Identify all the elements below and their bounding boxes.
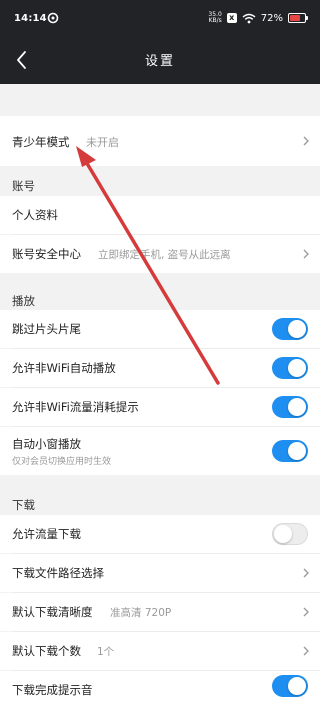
- section-header-download: 下载: [12, 498, 35, 512]
- download-path-label: 下载文件路径选择: [12, 566, 104, 580]
- network-speed: 35.0 KB/s: [208, 11, 222, 24]
- toggle-knob: [288, 359, 306, 377]
- status-time: 14:14: [14, 13, 47, 24]
- wifi-data-alert-toggle[interactable]: [272, 396, 308, 418]
- download-quality-label: 默认下载清晰度: [12, 605, 93, 619]
- mini-window-toggle[interactable]: [272, 440, 308, 462]
- chevron-right-icon: [303, 136, 309, 146]
- chevron-right-icon: [303, 607, 309, 617]
- wifi-data-alert-label: 允许非WiFi流量消耗提示: [12, 400, 139, 414]
- profile-row[interactable]: 个人资料: [0, 196, 320, 234]
- download-path-row[interactable]: 下载文件路径选择: [0, 554, 320, 592]
- section-header-playback: 播放: [12, 294, 35, 308]
- mini-window-row: 自动小窗播放 仅对会员切换应用时生效: [0, 427, 320, 475]
- chevron-right-icon: [303, 249, 309, 259]
- toggle-knob: [274, 525, 292, 543]
- toggle-knob: [288, 677, 306, 695]
- top-bar: 14:14 35.0 KB/s x 72% 设置: [0, 0, 320, 84]
- battery-percent: 72%: [260, 12, 283, 24]
- battery-fill: [290, 15, 301, 21]
- battery-icon: [288, 13, 308, 23]
- status-right: 35.0 KB/s x 72%: [208, 10, 308, 26]
- toggle-knob: [288, 442, 306, 460]
- download-count-label: 默认下载个数: [12, 644, 81, 658]
- allow-data-download-label: 允许流量下载: [12, 527, 81, 541]
- wifi-autoplay-row: 允许非WiFi自动播放: [0, 349, 320, 387]
- page-title: 设置: [144, 54, 175, 69]
- download-complete-alert-toggle[interactable]: [272, 675, 308, 697]
- download-quality-value: 准高清 720P: [110, 607, 172, 619]
- skip-intro-label: 跳过片头片尾: [12, 322, 81, 336]
- section-header-account: 账号: [12, 179, 35, 193]
- security-center-hint: 立即绑定手机, 盗号从此远离: [98, 249, 231, 261]
- nav-bar: 设置: [0, 36, 320, 84]
- wifi-icon: [242, 13, 256, 23]
- wifi-autoplay-toggle[interactable]: [272, 357, 308, 379]
- download-count-value: 1个: [97, 646, 115, 658]
- download-complete-alert-label: 下载完成提示音: [12, 683, 93, 697]
- app-notification-icon: [47, 12, 59, 24]
- battery-tip: [306, 16, 308, 20]
- download-count-row[interactable]: 默认下载个数 1个: [0, 632, 320, 670]
- skip-intro-row: 跳过片头片尾: [0, 310, 320, 348]
- chevron-right-icon: [303, 568, 309, 578]
- security-center-label: 账号安全中心: [12, 247, 81, 261]
- wifi-autoplay-label: 允许非WiFi自动播放: [12, 361, 116, 375]
- security-center-row[interactable]: 账号安全中心 立即绑定手机, 盗号从此远离: [0, 235, 320, 273]
- wifi-data-alert-row: 允许非WiFi流量消耗提示: [0, 388, 320, 426]
- skip-intro-toggle[interactable]: [272, 318, 308, 340]
- toggle-knob: [288, 398, 306, 416]
- chevron-right-icon: [303, 646, 309, 656]
- youth-mode-label: 青少年模式: [12, 135, 70, 149]
- allow-data-download-row: 允许流量下载: [0, 515, 320, 553]
- x-badge-icon: x: [226, 13, 237, 23]
- profile-label: 个人资料: [12, 208, 58, 222]
- mini-window-label: 自动小窗播放: [12, 437, 81, 451]
- youth-mode-value: 未开启: [86, 136, 119, 149]
- download-complete-alert-row: 下载完成提示音: [0, 671, 320, 711]
- allow-data-download-toggle[interactable]: [272, 523, 308, 545]
- mini-window-hint: 仅对会员切换应用时生效: [12, 457, 112, 467]
- youth-mode-row[interactable]: 青少年模式 未开启: [0, 116, 320, 166]
- download-quality-row[interactable]: 默认下载清晰度 准高清 720P: [0, 593, 320, 631]
- toggle-knob: [288, 320, 306, 338]
- status-bar: 14:14 35.0 KB/s x 72%: [0, 0, 320, 36]
